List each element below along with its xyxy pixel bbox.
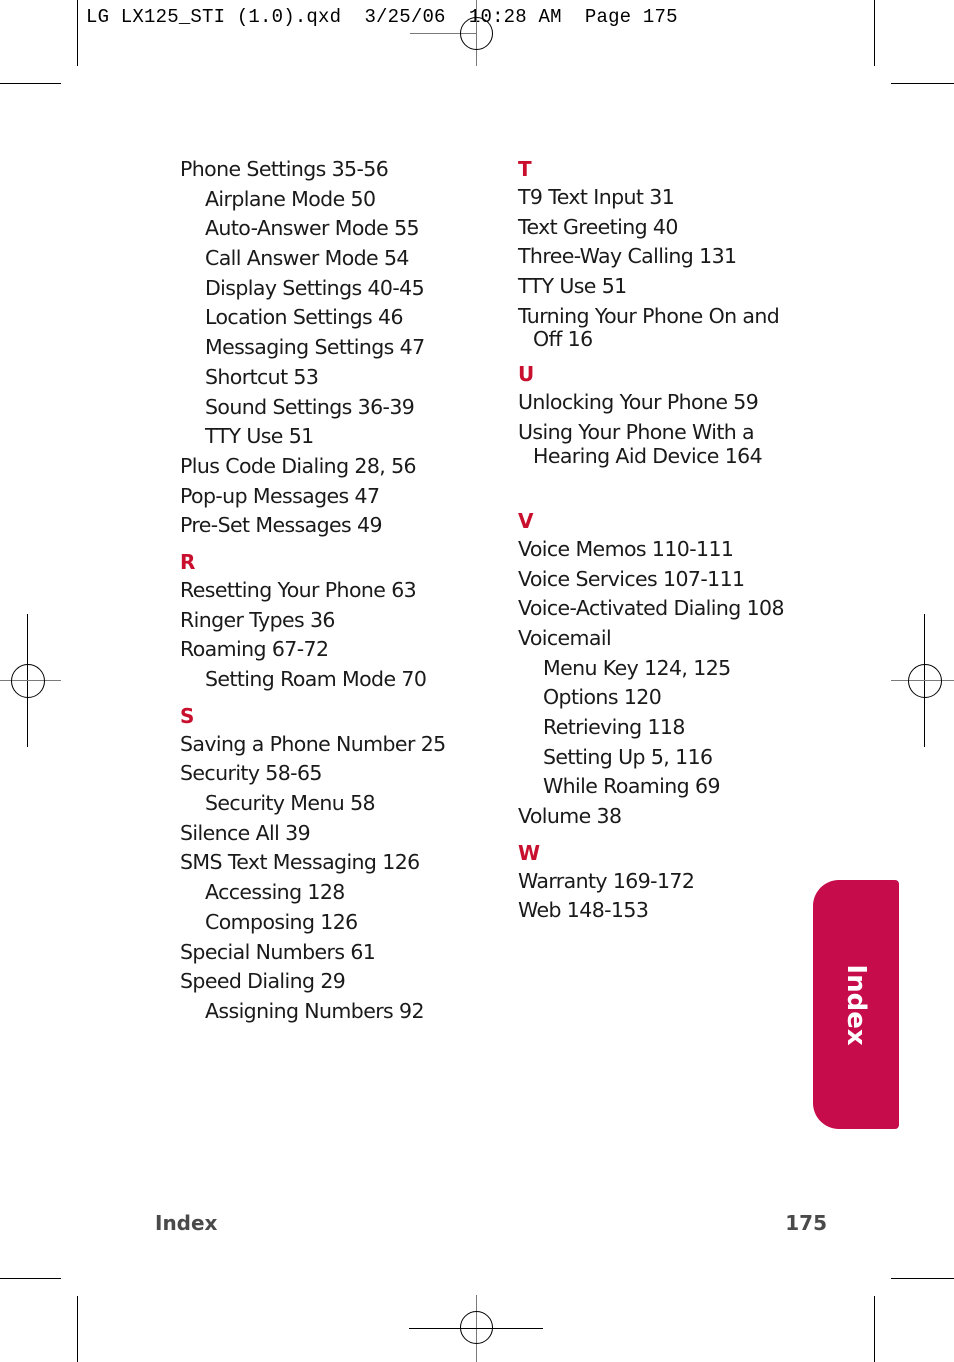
index-entry: Text Greeting 40: [518, 214, 678, 239]
index-entry: Phone Settings 35-56: [180, 157, 389, 181]
index-subentry: While Roaming 69: [543, 774, 720, 799]
index-entry: Volume 38: [518, 804, 622, 828]
index-letter-heading: V: [518, 508, 534, 533]
index-subentry: Composing 126: [205, 909, 358, 934]
footer-page-number: 175: [785, 1211, 827, 1235]
index-subentry: TTY Use 51: [205, 424, 314, 449]
reg-circle: [908, 664, 942, 698]
index-entry: Voicemail: [518, 625, 612, 650]
reg-circle: [460, 1311, 493, 1344]
index-entry: Web 148-153: [518, 898, 649, 923]
section-tab: Index: [813, 880, 899, 1129]
index-subentry: Setting Roam Mode 70: [205, 667, 427, 691]
index-entry: TTY Use 51: [518, 274, 627, 299]
crop-mark-top-left-horizontal: [0, 83, 61, 84]
reg-circle: [460, 17, 493, 50]
index-subentry: Messaging Settings 47: [205, 335, 425, 360]
index-subentry: Retrieving 118: [543, 714, 685, 739]
index-entry: Pop-up Messages 47: [180, 483, 380, 508]
index-entry: Saving a Phone Number 25: [180, 731, 446, 756]
index-column-right: T T9 Text Input 31 Text Greeting 40 Three-W…: [518, 155, 818, 926]
index-letter-heading: W: [518, 840, 541, 865]
reg-circle: [11, 664, 45, 698]
index-subentry: Accessing 128: [205, 880, 345, 905]
crop-mark-bottom-right-vertical: [874, 1296, 875, 1362]
index-subentry: Menu Key 124, 125: [543, 655, 731, 680]
index-entry: Plus Code Dialing 28, 56: [180, 453, 417, 478]
index-subentry: Security Menu 58: [205, 791, 376, 816]
index-entry: Three-Way Calling 131: [518, 244, 737, 269]
index-subentry: Call Answer Mode 54: [205, 246, 409, 271]
index-subentry: Setting Up 5, 116: [543, 744, 713, 769]
index-column-left: Phone Settings 35-56 Airplane Mode 50 Auto…: [180, 155, 480, 1027]
index-entry: Voice Memos 110-111: [518, 536, 734, 561]
index-letter-heading: U: [518, 362, 535, 387]
index-entry: Security 58-65: [180, 761, 322, 786]
crop-mark-bottom-left-horizontal: [0, 1278, 61, 1279]
index-entry: Voice Services 107-111: [518, 566, 745, 591]
index-subentry: Display Settings 40-45: [205, 275, 425, 300]
index-subentry: Shortcut 53: [205, 364, 319, 389]
index-entry: T9 Text Input 31: [518, 185, 675, 209]
index-entry: Voice-Activated Dialing 108: [518, 596, 785, 621]
crop-mark-bottom-right-horizontal: [891, 1278, 954, 1279]
index-entry: SMS Text Messaging 126: [180, 850, 420, 875]
index-entry: Warranty 169-172: [518, 868, 695, 893]
index-subentry: Location Settings 46: [205, 305, 404, 330]
index-entry: Silence All 39: [180, 820, 311, 845]
crop-mark-top-left-vertical: [77, 0, 78, 66]
section-tab-label: Index: [841, 963, 871, 1046]
index-subentry: Sound Settings 36-39: [205, 394, 415, 419]
footer-section-name: Index: [155, 1211, 218, 1235]
index-subentry: Options 120: [543, 685, 662, 710]
index-entry: Resetting Your Phone 63: [180, 577, 417, 602]
index-entry: Ringer Types 36: [180, 607, 335, 632]
file-slug-line: LG LX125_STI (1.0).qxd 3/25/06 10:28 AM …: [86, 6, 678, 28]
index-entry: Pre-Set Messages 49: [180, 513, 383, 538]
index-entry: Roaming 67-72: [180, 637, 329, 662]
index-letter-heading: T: [518, 157, 532, 181]
index-entry: Speed Dialing 29: [180, 969, 346, 994]
crop-mark-bottom-left-vertical: [77, 1296, 78, 1362]
crop-mark-top-right-horizontal: [891, 83, 954, 84]
index-entry-continuation: Off 16: [533, 327, 593, 352]
index-letter-heading: R: [180, 549, 196, 574]
crop-mark-top-right-vertical: [874, 0, 875, 66]
index-subentry: Assigning Numbers 92: [205, 998, 425, 1023]
index-subentry: Airplane Mode 50: [205, 186, 376, 211]
index-subentry: Auto-Answer Mode 55: [205, 216, 420, 241]
index-entry-continuation: Hearing Aid Device 164: [533, 443, 763, 468]
index-entry: Special Numbers 61: [180, 939, 376, 964]
index-entry: Unlocking Your Phone 59: [518, 390, 759, 415]
index-letter-heading: S: [180, 703, 195, 728]
